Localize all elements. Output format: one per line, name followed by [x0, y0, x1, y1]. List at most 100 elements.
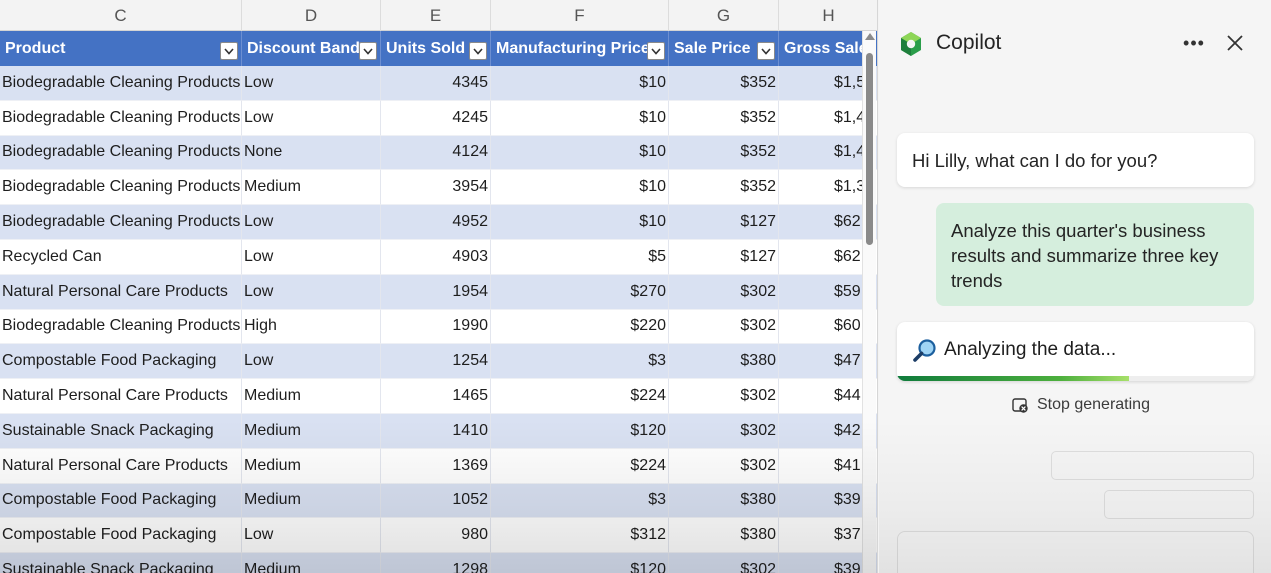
table-cell[interactable]: $380	[669, 518, 779, 554]
table-cell[interactable]: $120	[491, 553, 669, 573]
table-cell[interactable]: $10	[491, 100, 669, 136]
table-cell[interactable]: 1369	[381, 448, 491, 484]
table-cell[interactable]: $10	[491, 205, 669, 240]
table-cell[interactable]: Medium	[242, 413, 381, 449]
table-cell[interactable]: $302	[669, 379, 779, 414]
column-letter[interactable]: D	[242, 0, 381, 31]
table-cell[interactable]: Natural Personal Care Products	[0, 379, 242, 414]
table-cell[interactable]: $380	[669, 483, 779, 519]
table-row: Recycled Can Low 4903 $5 $127 $62	[0, 239, 877, 275]
table-cell[interactable]: Natural Personal Care Products	[0, 274, 242, 310]
table-cell[interactable]: $5	[491, 239, 669, 275]
table-cell[interactable]: 1254	[381, 344, 491, 380]
column-header[interactable]: Manufacturing Price	[491, 31, 669, 66]
table-cell[interactable]: Low	[242, 274, 381, 310]
table-cell[interactable]: $10	[491, 135, 669, 171]
table-cell[interactable]: Compostable Food Packaging	[0, 344, 242, 380]
table-cell[interactable]: 4903	[381, 239, 491, 275]
table-cell[interactable]: Recycled Can	[0, 239, 242, 275]
filter-dropdown-icon[interactable]	[757, 42, 775, 60]
table-cell[interactable]: $352	[669, 135, 779, 171]
column-letter[interactable]: C	[0, 0, 242, 31]
table-cell[interactable]: 980	[381, 518, 491, 554]
column-header[interactable]: Discount Band	[242, 31, 381, 66]
table-cell[interactable]: Sustainable Snack Packaging	[0, 413, 242, 449]
column-header[interactable]: Units Sold	[381, 31, 491, 66]
filter-dropdown-icon[interactable]	[469, 42, 487, 60]
table-cell[interactable]: Low	[242, 205, 381, 240]
table-cell[interactable]: Compostable Food Packaging	[0, 518, 242, 554]
table-cell[interactable]: Low	[242, 518, 381, 554]
column-letter[interactable]: G	[669, 0, 779, 31]
stop-generating-button[interactable]: Stop generating	[1012, 396, 1150, 414]
table-cell[interactable]: $352	[669, 66, 779, 101]
table-cell[interactable]: $270	[491, 274, 669, 310]
table-cell[interactable]: 1954	[381, 274, 491, 310]
table-cell[interactable]: $224	[491, 379, 669, 414]
table-cell[interactable]: $10	[491, 170, 669, 206]
table-cell[interactable]: $302	[669, 309, 779, 345]
table-cell[interactable]: Biodegradable Cleaning Products	[0, 170, 242, 206]
table-cell[interactable]: $302	[669, 553, 779, 573]
table-cell[interactable]: Low	[242, 344, 381, 380]
table-cell[interactable]: Medium	[242, 170, 381, 206]
column-header[interactable]: Product	[0, 31, 242, 66]
filter-dropdown-icon[interactable]	[359, 42, 377, 60]
table-cell[interactable]: Biodegradable Cleaning Products	[0, 100, 242, 136]
table-cell[interactable]: Medium	[242, 448, 381, 484]
chat-input-box[interactable]	[897, 531, 1254, 573]
table-cell[interactable]: $380	[669, 344, 779, 380]
scrollbar-thumb[interactable]	[866, 53, 873, 245]
table-row: Compostable Food Packaging Low 980 $312 $380…	[0, 518, 877, 554]
filter-dropdown-icon[interactable]	[220, 42, 238, 60]
table-cell[interactable]: $220	[491, 309, 669, 345]
vertical-scrollbar[interactable]	[862, 31, 876, 573]
more-options-icon[interactable]: •••	[1181, 30, 1207, 56]
table-cell[interactable]: High	[242, 309, 381, 345]
filter-dropdown-icon[interactable]	[647, 42, 665, 60]
table-cell[interactable]: Medium	[242, 379, 381, 414]
table-cell[interactable]: $127	[669, 205, 779, 240]
table-cell[interactable]: $224	[491, 448, 669, 484]
table-cell[interactable]: Biodegradable Cleaning Products	[0, 205, 242, 240]
table-cell[interactable]: 1298	[381, 553, 491, 573]
table-cell[interactable]: $302	[669, 274, 779, 310]
column-letter[interactable]: E	[381, 0, 491, 31]
table-cell[interactable]: Low	[242, 66, 381, 101]
table-cell[interactable]: $3	[491, 483, 669, 519]
column-letter[interactable]: H	[779, 0, 877, 31]
table-cell[interactable]: Biodegradable Cleaning Products	[0, 135, 242, 171]
table-cell[interactable]: $127	[669, 239, 779, 275]
table-cell[interactable]: 1410	[381, 413, 491, 449]
table-cell[interactable]: Medium	[242, 483, 381, 519]
table-cell[interactable]: $312	[491, 518, 669, 554]
table-cell[interactable]: 4345	[381, 66, 491, 101]
table-cell[interactable]: $120	[491, 413, 669, 449]
table-cell[interactable]: Biodegradable Cleaning Products	[0, 309, 242, 345]
table-cell[interactable]: $3	[491, 344, 669, 380]
table-cell[interactable]: 4952	[381, 205, 491, 240]
table-cell[interactable]: Biodegradable Cleaning Products	[0, 66, 242, 101]
table-cell[interactable]: Sustainable Snack Packaging	[0, 553, 242, 573]
scroll-up-arrow-icon[interactable]	[865, 33, 875, 40]
table-cell[interactable]: 3954	[381, 170, 491, 206]
table-cell[interactable]: 1990	[381, 309, 491, 345]
table-cell[interactable]: $352	[669, 170, 779, 206]
column-letter[interactable]: F	[491, 0, 669, 31]
table-cell[interactable]: Low	[242, 100, 381, 136]
table-cell[interactable]: $302	[669, 448, 779, 484]
table-cell[interactable]: Medium	[242, 553, 381, 573]
table-cell[interactable]: None	[242, 135, 381, 171]
table-cell[interactable]: $352	[669, 100, 779, 136]
table-cell[interactable]: $302	[669, 413, 779, 449]
table-cell[interactable]: Compostable Food Packaging	[0, 483, 242, 519]
table-cell[interactable]: 1465	[381, 379, 491, 414]
table-cell[interactable]: 1052	[381, 483, 491, 519]
table-cell[interactable]: $10	[491, 66, 669, 101]
table-cell[interactable]: Low	[242, 239, 381, 275]
table-cell[interactable]: 4124	[381, 135, 491, 171]
column-header[interactable]: Sale Price	[669, 31, 779, 66]
table-cell[interactable]: Natural Personal Care Products	[0, 448, 242, 484]
close-icon[interactable]	[1222, 30, 1248, 56]
table-cell[interactable]: 4245	[381, 100, 491, 136]
